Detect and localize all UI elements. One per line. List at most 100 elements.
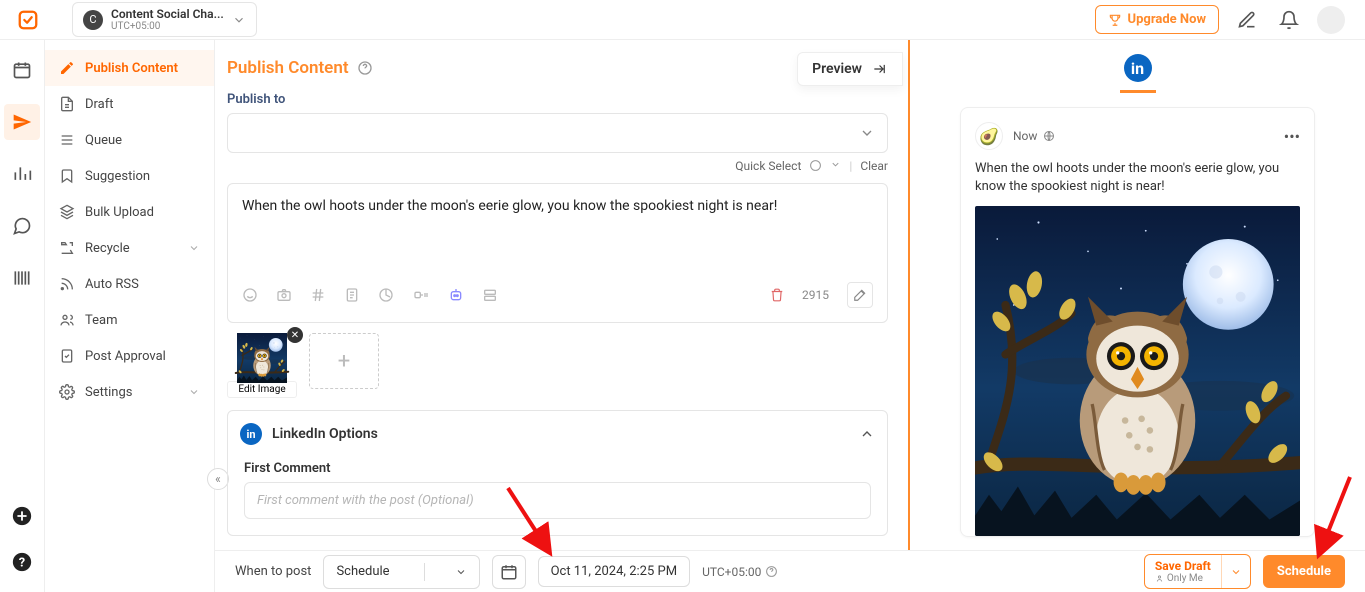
preview-toggle[interactable]: Preview: [797, 52, 903, 86]
main-column: Publish Content Publish to Quick Select …: [215, 40, 910, 552]
gear-icon: [59, 384, 75, 400]
chevron-down-icon: [455, 566, 467, 578]
rail-publish[interactable]: [4, 104, 40, 140]
approval-icon: [59, 348, 75, 364]
rail-library[interactable]: [4, 260, 40, 296]
post-textarea[interactable]: When the owl hoots under the moon's eeri…: [242, 198, 873, 268]
layers-icon: [59, 204, 75, 220]
sidebar: Publish Content Draft Queue Suggestion B…: [45, 40, 215, 592]
chevron-down-icon: [232, 13, 246, 27]
sidebar-item-team[interactable]: Team: [45, 302, 214, 338]
preview-avatar: 🥑: [975, 122, 1003, 150]
emoji-icon[interactable]: [242, 287, 258, 303]
sidebar-item-publish-content[interactable]: Publish Content: [45, 50, 214, 86]
pencil-icon: [59, 60, 75, 76]
remove-media-button[interactable]: ✕: [287, 327, 303, 343]
preview-image: [975, 206, 1300, 536]
footer-bar: When to post Schedule Oct 11, 2024, 2:25…: [215, 550, 1365, 592]
linkedin-tab[interactable]: in: [1124, 54, 1152, 82]
left-rail: ?: [0, 40, 45, 592]
first-comment-label: First Comment: [244, 461, 871, 476]
workspace-selector[interactable]: C Content Social Cha... UTC+05:00: [72, 2, 257, 37]
queue-icon: [59, 132, 75, 148]
bell-icon[interactable]: [1275, 6, 1303, 34]
template-icon[interactable]: [344, 287, 360, 303]
calendar-button[interactable]: [492, 555, 526, 589]
sidebar-item-recycle[interactable]: Recycle: [45, 230, 214, 266]
linkedin-options-panel: in LinkedIn Options First Comment: [227, 410, 888, 536]
schedule-mode-select[interactable]: Schedule: [323, 555, 479, 589]
rail-add[interactable]: [4, 498, 40, 534]
preview-column: in 🥑 Now ••• When the owl hoots under th…: [910, 40, 1365, 552]
composer-box: When the owl hoots under the moon's eeri…: [227, 183, 888, 323]
user-avatar[interactable]: [1317, 6, 1345, 34]
schedule-datetime[interactable]: Oct 11, 2024, 2:25 PM: [538, 556, 690, 587]
chevron-down-icon: [188, 386, 200, 398]
help-icon[interactable]: [809, 159, 822, 172]
trophy-icon: [1108, 13, 1122, 27]
first-comment-input[interactable]: [244, 482, 871, 519]
bookmark-icon: [59, 168, 75, 184]
save-draft-split[interactable]: [1221, 555, 1250, 588]
document-icon: [59, 96, 75, 112]
add-media-button[interactable]: +: [309, 333, 379, 389]
chevron-up-icon: [859, 426, 875, 442]
layout-icon[interactable]: [482, 287, 498, 303]
preview-card: 🥑 Now ••• When the owl hoots under the m…: [960, 107, 1315, 537]
ai-assist-button[interactable]: [847, 282, 873, 308]
page-title: Publish Content: [227, 58, 349, 78]
when-to-post-label: When to post: [235, 564, 311, 579]
sidebar-item-suggestion[interactable]: Suggestion: [45, 158, 214, 194]
media-thumbnail[interactable]: ✕ Edit Image: [227, 333, 297, 398]
preview-text: When the owl hoots under the moon's eeri…: [975, 160, 1300, 196]
more-icon[interactable]: •••: [1284, 127, 1300, 146]
topbar: C Content Social Cha... UTC+05:00 Upgrad…: [0, 0, 1365, 40]
schedule-timezone: UTC+05:00: [702, 565, 778, 579]
analytics-icon[interactable]: [378, 287, 394, 303]
sidebar-item-draft[interactable]: Draft: [45, 86, 214, 122]
person-icon: [1155, 574, 1164, 583]
publish-to-selector[interactable]: [227, 113, 888, 153]
workspace-badge: C: [83, 10, 103, 30]
globe-icon: [1043, 130, 1055, 142]
schedule-button[interactable]: Schedule: [1263, 555, 1345, 588]
rail-calendar[interactable]: [4, 52, 40, 88]
ai-icon[interactable]: [448, 287, 464, 303]
trash-icon[interactable]: [770, 288, 784, 302]
plug-icon[interactable]: [412, 287, 430, 303]
preview-time: Now: [1013, 129, 1037, 143]
linkedin-icon: in: [240, 423, 262, 445]
compose-icon[interactable]: [1233, 6, 1261, 34]
rail-conversations[interactable]: [4, 208, 40, 244]
rail-analytics[interactable]: [4, 156, 40, 192]
chevron-down-icon: [830, 159, 841, 170]
quick-select-link[interactable]: Quick Select: [735, 159, 801, 173]
help-icon[interactable]: [765, 565, 778, 578]
team-icon: [59, 312, 75, 328]
sidebar-item-bulk-upload[interactable]: Bulk Upload: [45, 194, 214, 230]
save-draft-button[interactable]: Save Draft Only Me: [1144, 554, 1251, 589]
hashtag-icon[interactable]: [310, 287, 326, 303]
publish-to-label: Publish to: [227, 92, 888, 107]
chevron-down-icon: [1230, 566, 1242, 578]
clear-link[interactable]: Clear: [860, 159, 888, 173]
app-logo[interactable]: [12, 4, 44, 36]
upgrade-button[interactable]: Upgrade Now: [1095, 5, 1219, 34]
sidebar-item-post-approval[interactable]: Post Approval: [45, 338, 214, 374]
sidebar-item-queue[interactable]: Queue: [45, 122, 214, 158]
linkedin-options-toggle[interactable]: in LinkedIn Options: [228, 411, 887, 457]
workspace-name: Content Social Cha...: [111, 7, 224, 21]
edit-image-button[interactable]: Edit Image: [227, 381, 297, 398]
chevron-down-icon: [188, 242, 200, 254]
rss-icon: [59, 276, 75, 292]
rail-help[interactable]: ?: [4, 544, 40, 580]
help-icon[interactable]: [357, 60, 373, 76]
sidebar-item-settings[interactable]: Settings: [45, 374, 214, 410]
workspace-timezone: UTC+05:00: [111, 21, 224, 32]
character-count: 2915: [802, 288, 829, 302]
recycle-icon: [59, 240, 75, 256]
sidebar-item-auto-rss[interactable]: Auto RSS: [45, 266, 214, 302]
camera-icon[interactable]: [276, 287, 292, 303]
arrow-right-end-icon: [870, 62, 888, 76]
svg-text:?: ?: [19, 556, 25, 571]
